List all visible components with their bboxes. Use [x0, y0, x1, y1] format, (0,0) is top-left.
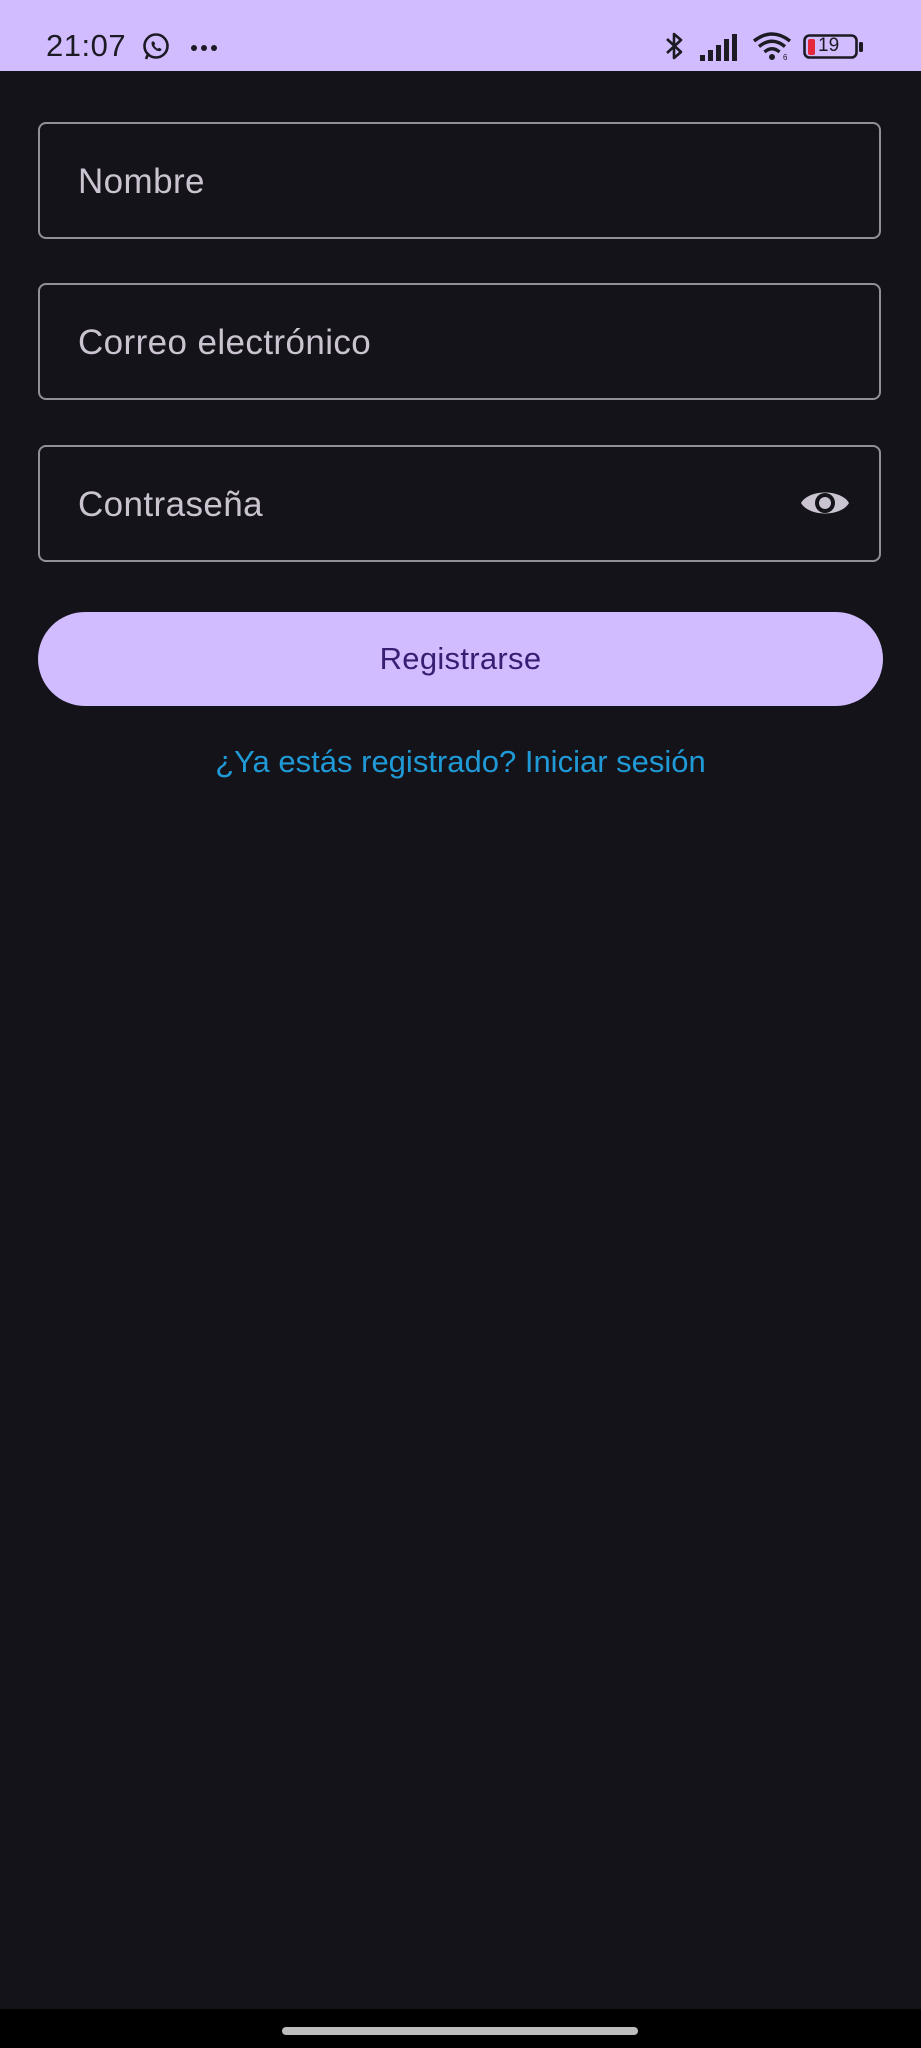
status-time: 21:07: [46, 28, 127, 63]
more-icon: [191, 45, 217, 51]
bluetooth-icon: [666, 32, 683, 60]
whatsapp-icon: [143, 33, 169, 60]
battery-level: 19: [818, 35, 840, 56]
wifi-icon: 6: [752, 32, 792, 61]
register-screen: 21:07 6 19 Nombre Correo electrónico Con…: [0, 0, 921, 2048]
register-button-label: Registrarse: [379, 641, 542, 676]
eye-icon[interactable]: [799, 483, 851, 523]
login-link[interactable]: ¿Ya estás registrado? Iniciar sesión: [0, 744, 921, 780]
signal-icon: [700, 34, 737, 61]
svg-text:6: 6: [783, 53, 788, 61]
register-button[interactable]: Registrarse: [38, 612, 883, 706]
home-indicator[interactable]: [282, 2027, 638, 2035]
email-field[interactable]: Correo electrónico: [38, 283, 881, 400]
name-field[interactable]: Nombre: [38, 122, 881, 239]
name-field-label: Nombre: [78, 162, 205, 201]
status-bar: 21:07 6 19: [0, 0, 921, 71]
password-field[interactable]: Contraseña: [38, 445, 881, 562]
password-field-label: Contraseña: [78, 485, 263, 524]
navigation-bar: [0, 2009, 921, 2048]
email-field-label: Correo electrónico: [78, 323, 372, 362]
